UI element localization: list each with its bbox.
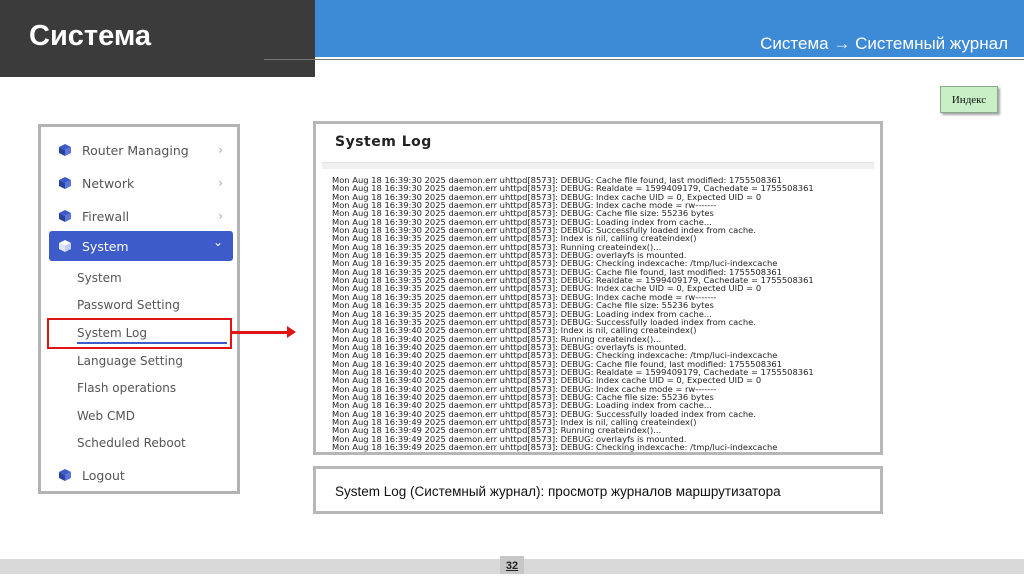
sidebar: Router Managing › Network › Firewall › S… bbox=[38, 124, 240, 494]
chevron-down-icon: ⌄ bbox=[212, 235, 223, 249]
arrow-right-icon bbox=[287, 326, 296, 338]
chevron-right-icon: › bbox=[218, 209, 223, 223]
breadcrumb: Система → Системный журнал bbox=[760, 34, 1008, 53]
sidebar-item-label: Logout bbox=[82, 467, 125, 483]
cube-icon bbox=[59, 469, 71, 481]
cube-icon bbox=[59, 177, 71, 189]
submenu-item-language-setting[interactable]: Language Setting bbox=[77, 354, 183, 368]
cube-icon bbox=[59, 144, 71, 156]
page-title: Система bbox=[29, 20, 152, 52]
submenu-item-system[interactable]: System bbox=[77, 271, 122, 285]
sidebar-item-label: Network bbox=[82, 175, 135, 191]
sidebar-item-label: Firewall bbox=[82, 208, 130, 224]
sidebar-item-firewall[interactable]: Firewall › bbox=[49, 201, 233, 231]
title-divider bbox=[322, 162, 874, 169]
chevron-right-icon: › bbox=[218, 176, 223, 190]
sidebar-item-network[interactable]: Network › bbox=[49, 168, 233, 198]
arrow-line bbox=[232, 331, 288, 334]
index-button[interactable]: Индекс bbox=[940, 86, 998, 113]
submenu-item-scheduled-reboot[interactable]: Scheduled Reboot bbox=[77, 436, 186, 450]
submenu-item-password-setting[interactable]: Password Setting bbox=[77, 298, 180, 312]
submenu-item-flash-operations[interactable]: Flash operations bbox=[77, 381, 176, 395]
system-log-title: System Log bbox=[335, 134, 432, 150]
submenu-item-web-cmd[interactable]: Web CMD bbox=[77, 409, 135, 423]
cube-icon bbox=[59, 210, 71, 222]
caption-box: System Log (Системный журнал): просмотр … bbox=[313, 466, 883, 514]
cube-icon bbox=[59, 240, 71, 252]
caption-text: System Log (Системный журнал): просмотр … bbox=[335, 484, 781, 499]
highlight-box bbox=[47, 318, 232, 349]
header-divider bbox=[264, 59, 1024, 60]
page-number: 32 bbox=[500, 556, 524, 574]
sidebar-item-router-managing[interactable]: Router Managing › bbox=[49, 135, 233, 165]
chevron-right-icon: › bbox=[218, 143, 223, 157]
sidebar-item-label: System bbox=[82, 238, 129, 254]
sidebar-item-label: Router Managing bbox=[82, 142, 189, 158]
sidebar-item-system[interactable]: System ⌄ bbox=[49, 231, 233, 261]
sidebar-item-logout[interactable]: Logout bbox=[49, 460, 233, 490]
log-line: Mon Aug 18 16:39:49 2025 daemon.err uhtt… bbox=[332, 442, 778, 452]
system-log-panel: System Log Mon Aug 18 16:39:30 2025 daem… bbox=[313, 121, 883, 455]
log-text-area[interactable]: Mon Aug 18 16:39:30 2025 daemon.err uhtt… bbox=[332, 176, 872, 452]
